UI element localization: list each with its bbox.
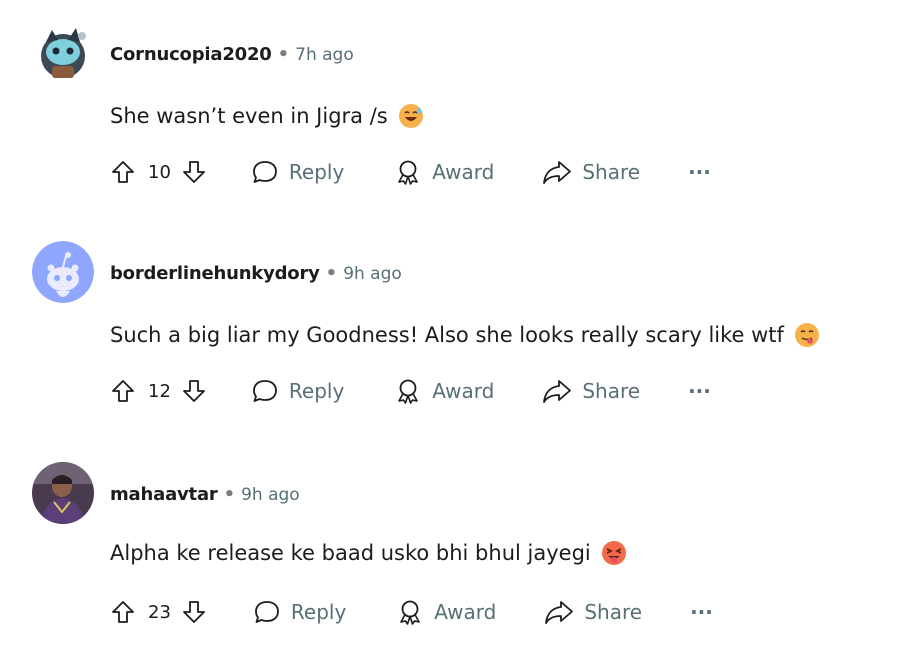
upvote-button[interactable] bbox=[110, 159, 136, 185]
downvote-button[interactable] bbox=[181, 378, 207, 404]
meta-separator: • bbox=[325, 263, 338, 284]
comment-meta: mahaavtar • 9h ago bbox=[110, 484, 300, 505]
comment-text: Alpha ke release ke baad usko bhi bhul j… bbox=[110, 541, 591, 565]
grinning-sweat-emoji-icon bbox=[398, 103, 424, 129]
upvote-arrow-icon bbox=[112, 601, 134, 623]
award-button[interactable]: Award bbox=[394, 158, 494, 186]
award-icon bbox=[398, 160, 419, 185]
comment: Cornucopia2020 • 7h ago She wasn’t even … bbox=[0, 0, 921, 210]
downvote-arrow-icon bbox=[183, 601, 205, 623]
upvote-button[interactable] bbox=[110, 599, 136, 625]
award-label: Award bbox=[432, 160, 495, 184]
username-link[interactable]: mahaavtar bbox=[110, 484, 218, 505]
comment: mahaavtar • 9h ago Alpha ke release ke b… bbox=[0, 440, 921, 650]
share-label: Share bbox=[582, 160, 641, 184]
comment-actions: 23 Reply Award Share ··· bbox=[110, 598, 713, 626]
more-options-button[interactable]: ··· bbox=[688, 160, 711, 184]
chat-bubble-icon bbox=[255, 601, 279, 623]
award-label: Award bbox=[432, 379, 495, 403]
upvote-button[interactable] bbox=[110, 378, 136, 404]
share-arrow-icon bbox=[543, 161, 572, 184]
award-icon bbox=[400, 600, 421, 625]
comment-actions: 12 Reply Award Share ··· bbox=[110, 377, 711, 405]
face-savoring-emoji-icon bbox=[794, 322, 820, 348]
downvote-arrow-icon bbox=[183, 161, 205, 183]
timestamp-link[interactable]: 7h ago bbox=[295, 45, 354, 65]
avatar[interactable] bbox=[32, 22, 94, 84]
meta-separator: • bbox=[223, 484, 236, 505]
share-arrow-icon bbox=[545, 601, 574, 624]
reply-button[interactable]: Reply bbox=[253, 598, 346, 626]
reply-button[interactable]: Reply bbox=[251, 158, 344, 186]
reply-button[interactable]: Reply bbox=[251, 377, 344, 405]
comment: borderlinehunkydory • 9h ago Such a big … bbox=[0, 219, 921, 429]
share-arrow-icon bbox=[543, 380, 572, 403]
timestamp-link[interactable]: 9h ago bbox=[343, 264, 402, 284]
vote-count: 10 bbox=[148, 161, 171, 183]
avatar[interactable] bbox=[32, 462, 94, 524]
award-icon bbox=[398, 379, 419, 404]
downvote-button[interactable] bbox=[181, 599, 207, 625]
reply-label: Reply bbox=[288, 160, 345, 184]
meta-separator: • bbox=[277, 44, 290, 65]
share-button[interactable]: Share bbox=[542, 158, 640, 186]
downvote-button[interactable] bbox=[181, 159, 207, 185]
more-options-button[interactable]: ··· bbox=[690, 600, 713, 624]
comment-text: She wasn’t even in Jigra /s bbox=[110, 104, 388, 128]
comment-body: Such a big liar my Goodness! Also she lo… bbox=[110, 322, 820, 348]
more-options-button[interactable]: ··· bbox=[688, 379, 711, 403]
comment-meta: Cornucopia2020 • 7h ago bbox=[110, 44, 354, 65]
share-button[interactable]: Share bbox=[544, 598, 642, 626]
tongue-out-emoji-icon bbox=[601, 540, 627, 566]
username-link[interactable]: borderlinehunkydory bbox=[110, 263, 320, 284]
avatar[interactable] bbox=[32, 241, 94, 303]
award-button[interactable]: Award bbox=[396, 598, 496, 626]
snoo-default-avatar-icon bbox=[32, 241, 94, 303]
reply-label: Reply bbox=[288, 379, 345, 403]
username-link[interactable]: Cornucopia2020 bbox=[110, 44, 272, 65]
comment-actions: 10 Reply Award Share ··· bbox=[110, 158, 711, 186]
chat-bubble-icon bbox=[253, 380, 277, 402]
photo-avatar-icon bbox=[32, 462, 94, 524]
share-label: Share bbox=[584, 600, 643, 624]
award-button[interactable]: Award bbox=[394, 377, 494, 405]
downvote-arrow-icon bbox=[183, 380, 205, 402]
chat-bubble-icon bbox=[253, 161, 277, 183]
vote-count: 12 bbox=[148, 380, 171, 402]
vote-count: 23 bbox=[148, 601, 171, 623]
comment-text: Such a big liar my Goodness! Also she lo… bbox=[110, 323, 784, 347]
comment-meta: borderlinehunkydory • 9h ago bbox=[110, 263, 402, 284]
comment-body: She wasn’t even in Jigra /s bbox=[110, 103, 424, 129]
snoo-avatar-icon bbox=[32, 22, 94, 84]
share-button[interactable]: Share bbox=[542, 377, 640, 405]
comment-body: Alpha ke release ke baad usko bhi bhul j… bbox=[110, 540, 627, 566]
share-label: Share bbox=[582, 379, 641, 403]
reply-label: Reply bbox=[290, 600, 347, 624]
upvote-arrow-icon bbox=[112, 380, 134, 402]
upvote-arrow-icon bbox=[112, 161, 134, 183]
award-label: Award bbox=[434, 600, 497, 624]
timestamp-link[interactable]: 9h ago bbox=[241, 485, 300, 505]
